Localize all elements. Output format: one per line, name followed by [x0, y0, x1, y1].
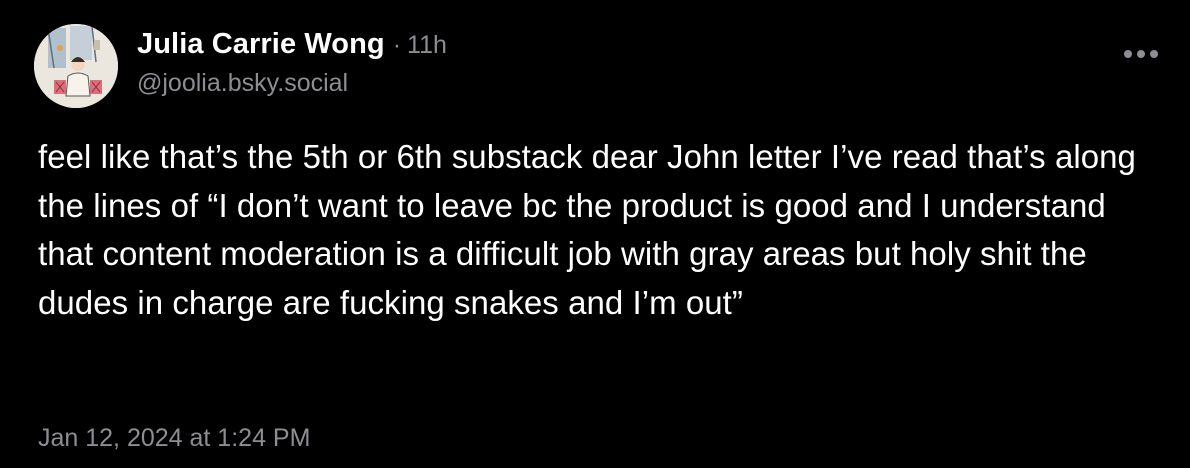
more-options-icon[interactable] — [1124, 46, 1158, 62]
post-card: Julia Carrie Wong · 11h @joolia.bsky.soc… — [0, 0, 1190, 468]
author-line: Julia Carrie Wong · 11h — [137, 28, 1110, 61]
relative-time[interactable]: 11h — [407, 31, 447, 60]
post-timestamp[interactable]: Jan 12, 2024 at 1:24 PM — [38, 424, 310, 453]
avatar[interactable] — [34, 24, 118, 108]
post-header: Julia Carrie Wong · 11h @joolia.bsky.soc… — [137, 28, 1110, 98]
separator-dot: · — [392, 31, 402, 59]
more-dot — [1137, 50, 1145, 58]
more-dot — [1150, 50, 1158, 58]
author-handle[interactable]: @joolia.bsky.social — [137, 69, 1110, 98]
more-dot — [1124, 50, 1132, 58]
avatar-illustration — [34, 24, 118, 108]
post-text: feel like that’s the 5th or 6th substack… — [38, 138, 1136, 321]
author-display-name[interactable]: Julia Carrie Wong — [137, 28, 385, 61]
